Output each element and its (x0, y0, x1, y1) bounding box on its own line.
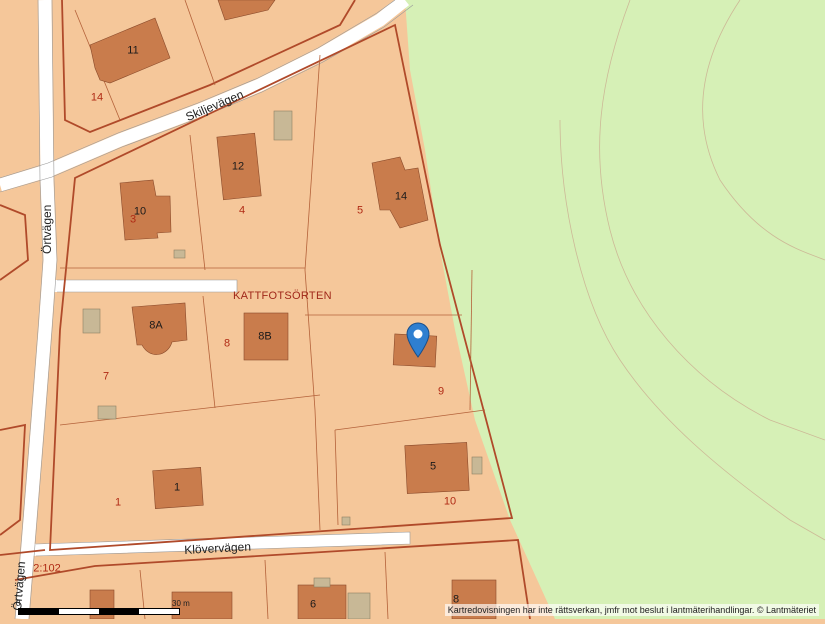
parcel-number: 9 (437, 385, 445, 398)
parcel-number: 8 (223, 337, 231, 350)
district-label: KATTFOTSÖRTEN (233, 290, 332, 302)
parcel-code: 2:102 (33, 562, 61, 575)
parcel-number: 14 (90, 91, 104, 104)
parcel-number: 5 (356, 204, 364, 217)
house-number: 1 (173, 481, 181, 494)
attribution-text: Kartredovisningen har inte rättsverkan, … (444, 604, 819, 616)
map-pin-icon[interactable] (405, 322, 431, 358)
parcel-number: 7 (102, 370, 110, 383)
house-number: 12 (231, 160, 245, 173)
house-number: 8A (149, 319, 163, 332)
map-canvas[interactable] (0, 0, 825, 620)
parcel-number: 4 (238, 204, 246, 217)
building-6 (297, 584, 347, 620)
house-number: 11 (127, 44, 139, 57)
scale-zero-label: 0 (16, 599, 21, 608)
street-label-ortvagen-top: Örtvägen (40, 204, 54, 254)
parcel-number: 3 (129, 213, 137, 226)
scale-bar (18, 608, 180, 615)
house-number: 14 (394, 190, 408, 203)
house-number: 5 (429, 460, 437, 473)
building-5 (404, 442, 470, 494)
street-label-klovervagen: Klövervägen (183, 539, 252, 557)
parcel-number: 1 (114, 496, 122, 509)
parcel-number: 10 (443, 495, 457, 508)
house-number: 6 (309, 598, 317, 611)
scale-label: 30 m (172, 599, 190, 608)
house-number: 8B (258, 330, 272, 343)
